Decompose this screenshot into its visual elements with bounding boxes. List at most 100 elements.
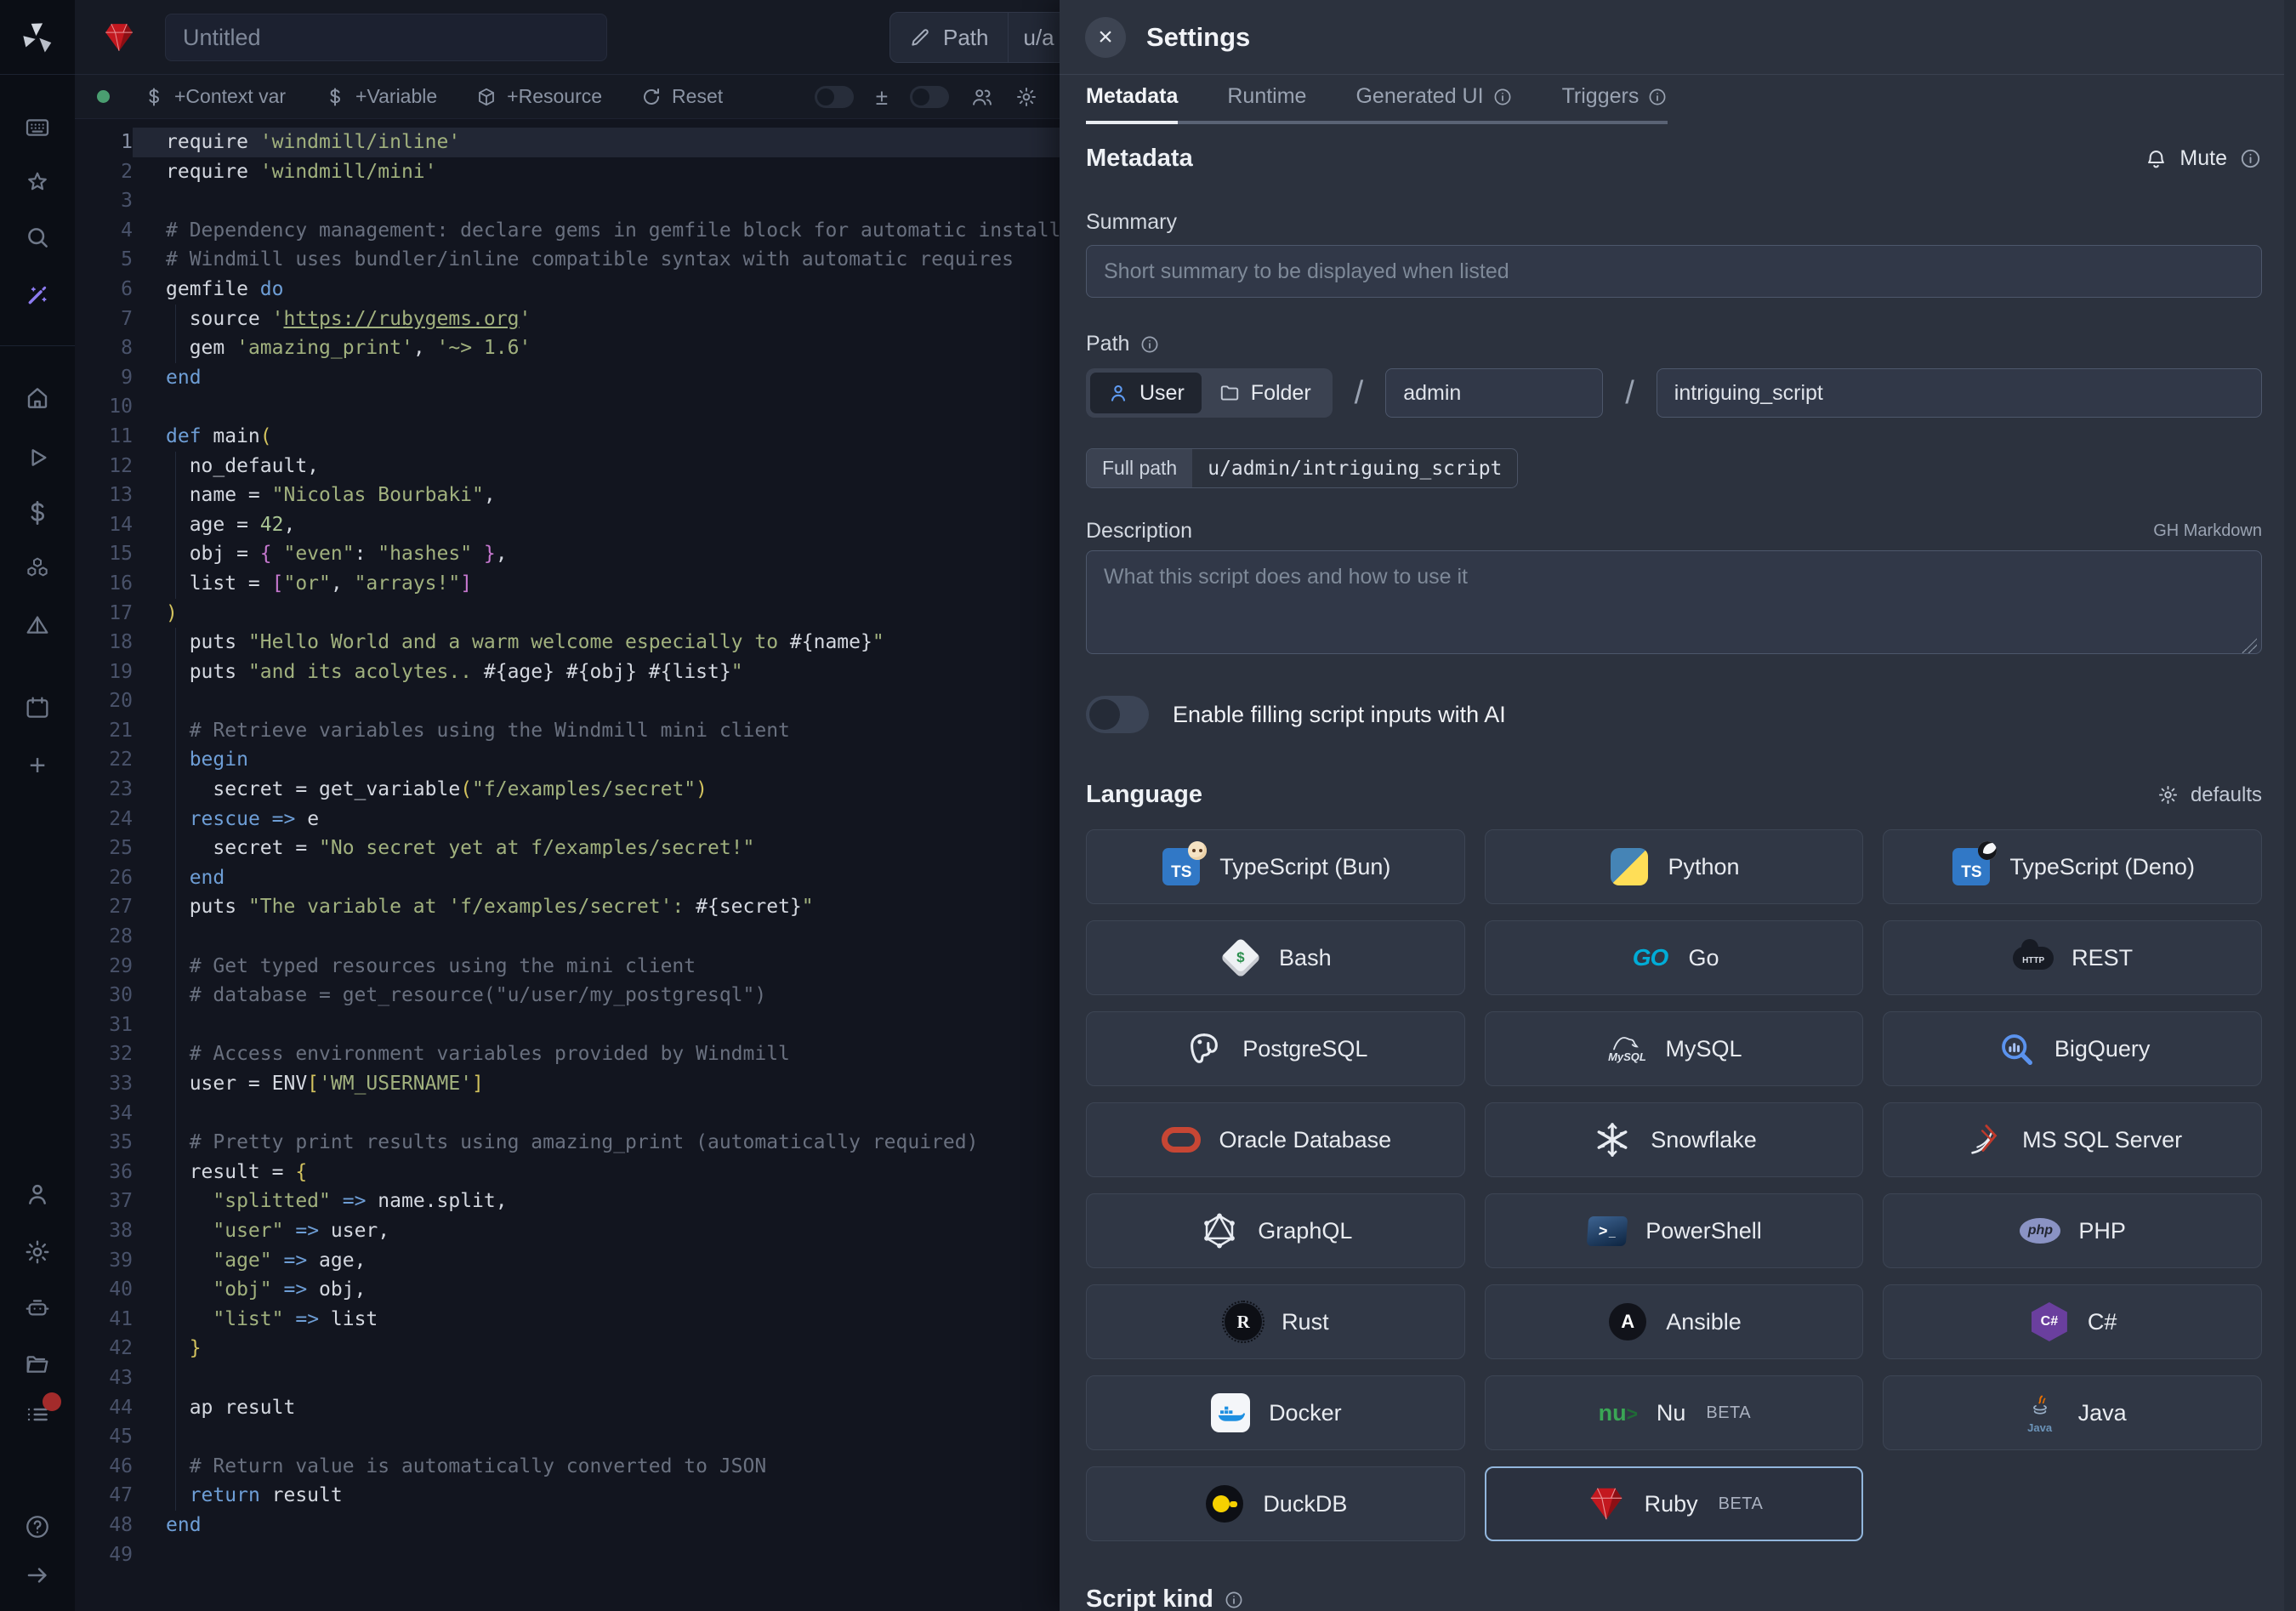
language-card-bigquery[interactable]: BigQuery [1883, 1011, 2262, 1086]
home-icon[interactable] [24, 384, 51, 412]
description-textarea[interactable] [1086, 550, 2262, 654]
runs-icon[interactable] [24, 444, 51, 471]
ai-wand-icon[interactable] [24, 282, 51, 309]
language-card-java[interactable]: Java Java [1883, 1375, 2262, 1450]
language-card-nu[interactable]: nu> NuBETA [1485, 1375, 1864, 1450]
code-editor[interactable]: 1require 'windmill/inline'2require 'wind… [75, 120, 1060, 1611]
ai-toggle-label: Enable filling script inputs with AI [1173, 702, 1506, 728]
settings-panel: × Settings Metadata Runtime Generated UI Tr… [1060, 0, 2296, 1611]
language-card-ruby[interactable]: RubyBETA [1485, 1466, 1864, 1541]
language-card-rust[interactable]: R Rust [1086, 1284, 1465, 1359]
tab-generated-ui[interactable]: Generated UI [1355, 84, 1512, 121]
owner-kind-user[interactable]: User [1090, 373, 1202, 413]
metadata-heading: Metadata [1086, 145, 1193, 173]
account-icon[interactable] [24, 1181, 51, 1208]
mute-button[interactable]: Mute [2145, 146, 2262, 171]
language-card-graphql[interactable]: GraphQL [1086, 1193, 1465, 1268]
defaults-button[interactable]: defaults [2157, 783, 2262, 807]
beta-badge: BETA [1719, 1494, 1764, 1514]
settings-header: × Settings [1060, 0, 2296, 75]
code-line: 17) [75, 599, 1060, 629]
favorites-icon[interactable] [24, 169, 51, 196]
language-heading: Language [1086, 781, 1202, 809]
tab-metadata[interactable]: Metadata [1086, 84, 1178, 121]
path-button-label: Path [943, 25, 989, 51]
code-line: 25 secret = "No secret yet at f/examples… [75, 834, 1060, 863]
ai-assistant-icon[interactable] [24, 1295, 51, 1322]
workspace-settings-icon[interactable] [24, 1238, 51, 1266]
reset-button[interactable]: Reset [641, 85, 723, 108]
resources-icon[interactable] [24, 555, 51, 582]
code-line: 28 [75, 922, 1060, 952]
script-title-input[interactable] [165, 14, 607, 61]
path-button[interactable]: Path u/a [889, 12, 1071, 63]
language-card-typescript-deno-[interactable]: TS TypeScript (Deno) [1883, 829, 2262, 904]
code-line: 45 [75, 1422, 1060, 1452]
apps-icon[interactable] [24, 114, 51, 141]
language-card-duckdb[interactable]: DuckDB [1086, 1466, 1465, 1541]
collapse-sidebar-icon[interactable] [24, 1562, 51, 1589]
plusminus-icon[interactable]: ± [876, 86, 888, 108]
ai-inputs-toggle[interactable] [1086, 696, 1149, 733]
code-line: 32 # Access environment variables provid… [75, 1039, 1060, 1069]
info-icon [2239, 147, 2262, 170]
editor-settings-gear-icon[interactable] [1015, 86, 1037, 108]
refresh-icon [641, 87, 662, 107]
rest-http-icon: HTTP [2012, 936, 2054, 979]
language-card-oracle-database[interactable]: Oracle Database [1086, 1102, 1465, 1177]
language-card-ansible[interactable]: A Ansible [1485, 1284, 1864, 1359]
code-line: 48end [75, 1511, 1060, 1540]
language-card-bash[interactable]: $ Bash [1086, 920, 1465, 995]
code-line: 41 "list" => list [75, 1305, 1060, 1335]
tab-runtime[interactable]: Runtime [1227, 84, 1306, 121]
ansible-icon: A [1606, 1301, 1649, 1343]
search-icon[interactable] [24, 224, 51, 251]
mysql-icon: MySQL [1605, 1028, 1648, 1070]
tab-triggers[interactable]: Triggers [1562, 84, 1668, 121]
code-line: 3 [75, 186, 1060, 216]
language-card-go[interactable]: GO Go [1485, 920, 1864, 995]
defaults-gear-icon [2157, 784, 2179, 806]
language-card-docker[interactable]: Docker [1086, 1375, 1465, 1450]
folders-icon[interactable] [24, 1351, 51, 1378]
collaborators-icon[interactable] [971, 86, 993, 108]
resize-grip[interactable] [2242, 638, 2257, 653]
settings-title: Settings [1146, 22, 1250, 53]
language-card-typescript-bun-[interactable]: TS TypeScript (Bun) [1086, 829, 1465, 904]
language-card-python[interactable]: Python [1485, 829, 1864, 904]
panel-scrollbar[interactable] [2284, 0, 2296, 1611]
contextvar-button[interactable]: +Context var [144, 85, 286, 108]
close-icon[interactable]: × [1085, 17, 1126, 58]
owner-input[interactable] [1385, 368, 1603, 418]
language-card-ms-sql-server[interactable]: MS SQL Server [1883, 1102, 2262, 1177]
schedules-icon[interactable] [24, 694, 51, 721]
bell-icon [2145, 147, 2168, 170]
windmill-logo[interactable] [0, 0, 75, 75]
owner-kind-folder[interactable]: Folder [1202, 373, 1328, 413]
language-card-rest[interactable]: HTTP REST [1883, 920, 2262, 995]
oracle-icon [1160, 1119, 1202, 1161]
language-card-snowflake[interactable]: Snowflake [1485, 1102, 1864, 1177]
code-line: 47 return result [75, 1481, 1060, 1511]
triggers-icon[interactable] [24, 612, 51, 639]
script-name-input[interactable] [1657, 368, 2262, 418]
code-line: 26 end [75, 863, 1060, 893]
language-card-postgresql[interactable]: PostgreSQL [1086, 1011, 1465, 1086]
summary-input[interactable] [1086, 245, 2262, 298]
create-icon[interactable]: + [24, 752, 51, 779]
diff-toggle[interactable] [815, 86, 854, 108]
info-icon [1224, 1590, 1244, 1610]
resource-button[interactable]: +Resource [476, 85, 602, 108]
language-card-mysql[interactable]: MySQL MySQL [1485, 1011, 1864, 1086]
multiplayer-toggle[interactable] [910, 86, 949, 108]
help-icon[interactable] [24, 1513, 51, 1540]
language-card-c-[interactable]: C# C# [1883, 1284, 2262, 1359]
variables-icon[interactable] [24, 499, 51, 527]
language-card-php[interactable]: php PHP [1883, 1193, 2262, 1268]
variable-button[interactable]: +Variable [325, 85, 437, 108]
code-line: 4# Dependency management: declare gems i… [75, 216, 1060, 246]
language-card-powershell[interactable]: >_ PowerShell [1485, 1193, 1864, 1268]
code-line: 22 begin [75, 745, 1060, 775]
code-line: 24 rescue => e [75, 805, 1060, 834]
audit-logs-icon[interactable] [24, 1401, 51, 1428]
